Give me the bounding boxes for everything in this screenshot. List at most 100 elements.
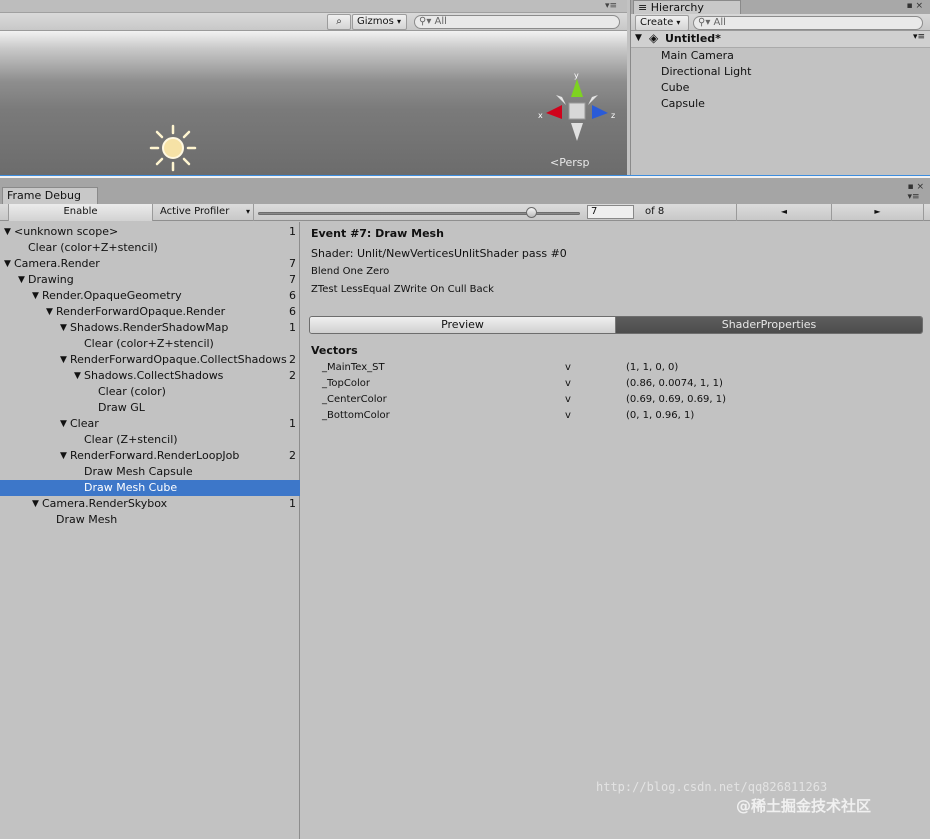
active-profiler-dropdown[interactable]: Active Profiler ▾ — [156, 204, 254, 221]
expand-arrow-icon[interactable]: ▼ — [4, 224, 11, 240]
hierarchy-tab-bar: ≡ Hierarchy ▪ × — [631, 0, 930, 14]
scene-search-toggle-button[interactable]: ⌕ — [327, 14, 351, 30]
scene-menu-icon[interactable]: ▾≡ — [913, 32, 925, 42]
expand-arrow-icon[interactable]: ▼ — [18, 272, 25, 288]
expand-arrow-icon[interactable]: ▼ — [32, 288, 39, 304]
hierarchy-item-directional-light[interactable]: Directional Light — [661, 65, 751, 78]
persp-icon: < — [550, 156, 560, 169]
expand-arrow-icon[interactable]: ▼ — [46, 304, 53, 320]
unity-logo-icon: ◈ — [649, 31, 659, 45]
hierarchy-item-capsule[interactable]: Capsule — [661, 97, 705, 110]
z-axis-cone — [592, 105, 608, 119]
event-tree[interactable]: ▼ <unknown scope> 1 Clear (color+Z+stencil)… — [0, 222, 300, 839]
expand-arrow-icon[interactable]: ▼ — [635, 33, 642, 43]
event-details: Event #7: Draw Mesh Shader: Unlit/NewVer… — [301, 222, 930, 839]
search-placeholder: All — [434, 16, 447, 27]
enable-button[interactable]: Enable — [8, 204, 153, 221]
tree-row[interactable]: ▼ Camera.Render 7 — [0, 256, 300, 272]
gizmos-label: Gizmos — [357, 16, 394, 27]
expand-arrow-icon[interactable]: ▼ — [4, 256, 11, 272]
event-index-field[interactable]: 7 — [587, 205, 634, 219]
projection-toggle[interactable]: <Persp — [550, 156, 589, 169]
expand-arrow-icon[interactable]: ▼ — [60, 320, 67, 336]
scene-toolbar: ⌕ Gizmos ▾ ⚲▾ All — [0, 13, 627, 31]
tree-row[interactable]: Clear (color+Z+stencil) — [0, 336, 300, 352]
tree-row-label: Clear (color+Z+stencil) — [84, 337, 214, 350]
next-event-button[interactable]: ► — [832, 204, 924, 221]
create-label: Create — [640, 17, 674, 28]
tree-row-label: Clear (Z+stencil) — [84, 433, 178, 446]
tree-row[interactable]: Clear (color) — [0, 384, 300, 400]
search-icon: ⚲▾ — [698, 17, 711, 28]
tree-row-count: 7 — [289, 257, 296, 270]
hierarchy-item-main-camera[interactable]: Main Camera — [661, 49, 734, 62]
window-controls-icon[interactable]: ▪ × — [906, 1, 923, 11]
tree-row-label: Draw GL — [98, 401, 145, 414]
vector-value: (0.86, 0.0074, 1, 1) — [626, 378, 723, 389]
tree-row[interactable]: Clear (Z+stencil) — [0, 432, 300, 448]
gizmos-dropdown[interactable]: Gizmos ▾ — [352, 14, 407, 30]
tree-row[interactable]: Draw GL — [0, 400, 300, 416]
hierarchy-tab-label: Hierarchy — [650, 1, 704, 14]
tree-row-label: Clear — [70, 417, 99, 430]
expand-arrow-icon[interactable]: ▼ — [60, 352, 67, 368]
event-title: Event #7: Draw Mesh — [311, 227, 444, 240]
scene-search-input[interactable]: ⚲▾ All — [414, 15, 620, 29]
hierarchy-icon: ≡ — [638, 1, 648, 14]
search-icon: ⚲▾ — [419, 16, 432, 27]
tree-row[interactable]: ▼ Render.OpaqueGeometry 6 — [0, 288, 300, 304]
persp-label: Persp — [559, 156, 590, 169]
tree-row[interactable]: Draw Mesh Capsule — [0, 464, 300, 480]
tree-row[interactable]: ▼ RenderForward.RenderLoopJob 2 — [0, 448, 300, 464]
tree-row[interactable]: ▼ Clear 1 — [0, 416, 300, 432]
scene-view[interactable]: ▾≡ ⌕ Gizmos ▾ ⚲▾ All y x z <Persp — [0, 0, 627, 175]
tab-hierarchy[interactable]: ≡ Hierarchy — [633, 0, 741, 14]
tree-row-label: Camera.Render — [14, 257, 100, 270]
expand-arrow-icon[interactable]: ▼ — [60, 448, 67, 464]
tree-row[interactable]: ▼ Shadows.RenderShadowMap 1 — [0, 320, 300, 336]
prev-event-button[interactable]: ◄ — [736, 204, 832, 221]
tree-row-label: RenderForward.RenderLoopJob — [70, 449, 240, 462]
tree-row[interactable]: ▼ RenderForwardOpaque.Render 6 — [0, 304, 300, 320]
tab-shader-properties[interactable]: ShaderProperties — [616, 317, 922, 333]
tree-row[interactable]: ▼ RenderForwardOpaque.CollectShadows 2 — [0, 352, 300, 368]
tree-row-label: Drawing — [28, 273, 74, 286]
tab-frame-debug[interactable]: Frame Debug — [2, 187, 98, 204]
vector-row: _CenterColor v (0.69, 0.69, 0.69, 1) — [322, 392, 922, 408]
hierarchy-item-cube[interactable]: Cube — [661, 81, 689, 94]
frame-debug-toolbar: Enable Active Profiler ▾ 7 of 8 ◄ ► — [0, 204, 930, 221]
magnifier-icon: ⌕ — [336, 16, 342, 27]
orientation-gizmo[interactable]: y x z — [536, 71, 618, 143]
tree-row[interactable]: Clear (color+Z+stencil) — [0, 240, 300, 256]
tree-row[interactable]: ▼ Camera.RenderSkybox 1 — [0, 496, 300, 512]
tree-row[interactable]: ▼ Shadows.CollectShadows 2 — [0, 368, 300, 384]
tree-row[interactable]: Draw Mesh — [0, 512, 300, 528]
panel-menu-icon[interactable]: ▾≡ — [605, 1, 617, 11]
expand-arrow-icon[interactable]: ▼ — [60, 416, 67, 432]
vector-name: _MainTex_ST — [322, 362, 385, 373]
tree-row-count: 6 — [289, 305, 296, 318]
vectors-heading: Vectors — [311, 344, 358, 357]
expand-arrow-icon[interactable]: ▼ — [32, 496, 39, 512]
tree-row[interactable]: Draw Mesh Cube — [0, 480, 300, 496]
vector-value: (1, 1, 0, 0) — [626, 362, 679, 373]
vector-type: v — [565, 362, 571, 373]
window-controls-icon[interactable]: ▪ × ▾≡ — [907, 182, 924, 202]
event-slider-thumb[interactable] — [526, 207, 537, 218]
tree-row-count: 2 — [289, 353, 296, 366]
tree-row-label: Draw Mesh Capsule — [84, 465, 193, 478]
tree-row-count: 1 — [289, 417, 296, 430]
profiler-label: Active Profiler — [160, 206, 230, 217]
scene-canvas[interactable]: y x z <Persp — [0, 31, 627, 175]
expand-arrow-icon[interactable]: ▼ — [74, 368, 81, 384]
tree-row[interactable]: ▼ <unknown scope> 1 — [0, 224, 300, 240]
tree-row-label: Render.OpaqueGeometry — [42, 289, 182, 302]
create-dropdown[interactable]: Create ▾ — [635, 15, 689, 31]
vector-type: v — [565, 394, 571, 405]
directional-light-icon[interactable] — [148, 123, 198, 173]
tree-row[interactable]: ▼ Drawing 7 — [0, 272, 300, 288]
tab-preview[interactable]: Preview — [310, 317, 616, 333]
hierarchy-search-input[interactable]: ⚲▾ All — [693, 16, 923, 30]
scene-root-row[interactable]: ▼ ◈ Untitled* ▾≡ — [631, 31, 930, 48]
tree-row-count: 2 — [289, 369, 296, 382]
